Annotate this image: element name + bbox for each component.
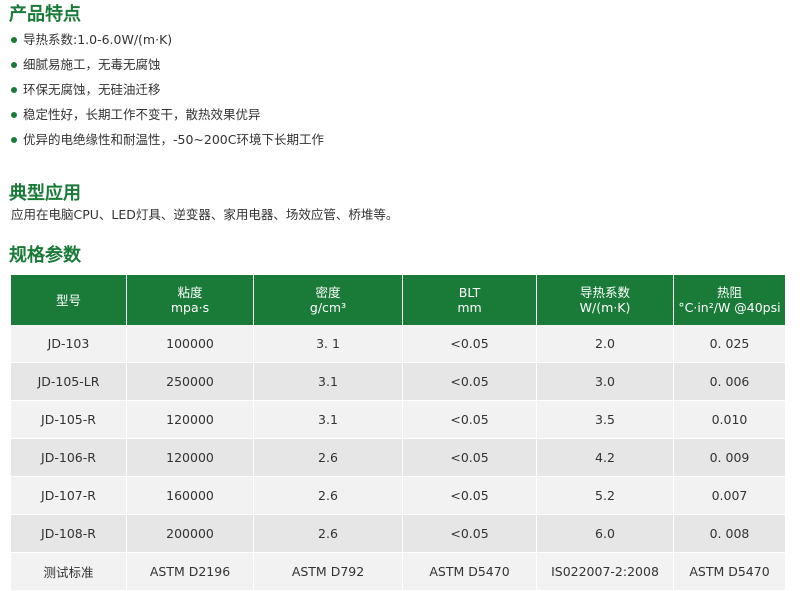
cell-viscosity: 120000 (127, 401, 254, 439)
table-row: JD-108-R 200000 2.6 <0.05 6.0 0. 008 (11, 515, 785, 553)
cell-conductivity: 4.2 (537, 439, 674, 477)
cell-density: 2.6 (254, 515, 403, 553)
cell-resistance: 0. 025 (674, 325, 785, 363)
cell-model: JD-103 (11, 325, 127, 363)
table-row: JD-103 100000 3. 1 <0.05 2.0 0. 025 (11, 325, 785, 363)
cell-blt: <0.05 (403, 439, 537, 477)
header-blt: BLT mm (403, 275, 537, 325)
feature-text: 环保无腐蚀，无硅油迁移 (23, 82, 161, 97)
cell-model: JD-105-R (11, 401, 127, 439)
cell-density: 2.6 (254, 439, 403, 477)
cell-viscosity: 250000 (127, 363, 254, 401)
table-row: JD-105-R 120000 3.1 <0.05 3.5 0.010 (11, 401, 785, 439)
table-header-row: 型号 粘度 mpa·s 密度 g/cm³ BLT mm 导热系数 W/(m·K) 热阻 °… (11, 275, 785, 325)
header-thermal-conductivity: 导热系数 W/(m·K) (537, 275, 674, 325)
feature-item: 细腻易施工，无毒无腐蚀 (11, 56, 324, 81)
specs-title: 规格参数 (9, 245, 81, 266)
cell-model: JD-107-R (11, 477, 127, 515)
cell-conductivity: 5.2 (537, 477, 674, 515)
cell-blt: <0.05 (403, 363, 537, 401)
applications-text: 应用在电脑CPU、LED灯具、逆变器、家用电器、场效应管、桥堆等。 (11, 207, 399, 222)
table-row: JD-106-R 120000 2.6 <0.05 4.2 0. 009 (11, 439, 785, 477)
cell-conductivity: IS022007-2:2008 (537, 553, 674, 591)
header-model: 型号 (11, 275, 127, 325)
cell-blt: <0.05 (403, 477, 537, 515)
cell-blt: ASTM D5470 (403, 553, 537, 591)
cell-density: 3. 1 (254, 325, 403, 363)
cell-resistance: ASTM D5470 (674, 553, 785, 591)
applications-title: 典型应用 (9, 183, 81, 204)
spec-table: 型号 粘度 mpa·s 密度 g/cm³ BLT mm 导热系数 W/(m·K) 热阻 °… (11, 275, 785, 591)
feature-text: 稳定性好，长期工作不变干，散热效果优异 (23, 107, 261, 122)
cell-conductivity: 6.0 (537, 515, 674, 553)
cell-density: ASTM D792 (254, 553, 403, 591)
cell-conductivity: 3.5 (537, 401, 674, 439)
cell-density: 3.1 (254, 363, 403, 401)
features-list: 导热系数:1.0-6.0W/(m·K) 细腻易施工，无毒无腐蚀 环保无腐蚀，无硅… (11, 31, 324, 156)
cell-blt: <0.05 (403, 515, 537, 553)
cell-resistance: 0.007 (674, 477, 785, 515)
cell-resistance: 0.010 (674, 401, 785, 439)
cell-viscosity: 100000 (127, 325, 254, 363)
cell-model: 测试标准 (11, 553, 127, 591)
bullet-icon (11, 37, 17, 43)
table-row: JD-107-R 160000 2.6 <0.05 5.2 0.007 (11, 477, 785, 515)
feature-item: 导热系数:1.0-6.0W/(m·K) (11, 31, 324, 56)
cell-blt: <0.05 (403, 401, 537, 439)
cell-resistance: 0. 009 (674, 439, 785, 477)
feature-text: 优异的电绝缘性和耐温性，-50~200C环境下长期工作 (23, 132, 324, 147)
cell-resistance: 0. 006 (674, 363, 785, 401)
bullet-icon (11, 137, 17, 143)
feature-item: 优异的电绝缘性和耐温性，-50~200C环境下长期工作 (11, 131, 324, 156)
feature-text: 导热系数:1.0-6.0W/(m·K) (23, 32, 173, 47)
cell-viscosity: ASTM D2196 (127, 553, 254, 591)
header-density: 密度 g/cm³ (254, 275, 403, 325)
cell-viscosity: 200000 (127, 515, 254, 553)
cell-conductivity: 3.0 (537, 363, 674, 401)
cell-model: JD-108-R (11, 515, 127, 553)
table-row: JD-105-LR 250000 3.1 <0.05 3.0 0. 006 (11, 363, 785, 401)
bullet-icon (11, 112, 17, 118)
header-viscosity: 粘度 mpa·s (127, 275, 254, 325)
cell-blt: <0.05 (403, 325, 537, 363)
cell-viscosity: 160000 (127, 477, 254, 515)
cell-viscosity: 120000 (127, 439, 254, 477)
header-thermal-resistance: 热阻 °C·in²/W @40psi (674, 275, 785, 325)
cell-density: 3.1 (254, 401, 403, 439)
feature-item: 稳定性好，长期工作不变干，散热效果优异 (11, 106, 324, 131)
feature-text: 细腻易施工，无毒无腐蚀 (23, 57, 161, 72)
cell-resistance: 0. 008 (674, 515, 785, 553)
features-title: 产品特点 (9, 4, 81, 25)
bullet-icon (11, 62, 17, 68)
bullet-icon (11, 87, 17, 93)
cell-model: JD-106-R (11, 439, 127, 477)
cell-conductivity: 2.0 (537, 325, 674, 363)
cell-density: 2.6 (254, 477, 403, 515)
feature-item: 环保无腐蚀，无硅油迁移 (11, 81, 324, 106)
cell-model: JD-105-LR (11, 363, 127, 401)
test-standard-row: 测试标准 ASTM D2196 ASTM D792 ASTM D5470 IS0… (11, 553, 785, 591)
